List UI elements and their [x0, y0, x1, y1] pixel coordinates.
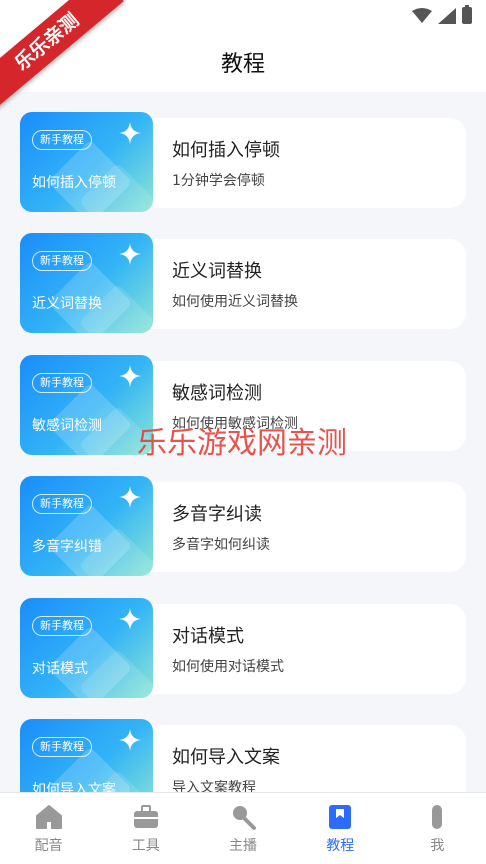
thumbnail-title: 对话模式 [32, 661, 88, 677]
card-title: 对话模式 [172, 626, 244, 647]
toolbox-icon [133, 805, 158, 828]
card-title: 如何插入停顿 [172, 140, 280, 161]
tutorial-card[interactable]: 新手教程 如何插入停顿 如何插入停顿 1分钟学会停顿 [20, 112, 466, 212]
card-subtitle: 1分钟学会停顿 [172, 173, 265, 189]
thumbnail-title: 多音字纠错 [32, 539, 102, 555]
tab-label: 配音 [34, 838, 63, 854]
card-thumbnail: 新手教程 近义词替换 [20, 233, 153, 333]
center-watermark: 乐乐游戏网亲测 [137, 426, 347, 461]
sparkle-icon [119, 486, 141, 508]
tab-tutorial[interactable]: 教程 [292, 793, 389, 864]
beginner-badge: 新手教程 [32, 373, 92, 393]
card-subtitle: 多音字如何纠读 [172, 537, 270, 553]
tutorial-card[interactable]: 新手教程 如何导入文案 如何导入文案 导入文案教程 [20, 719, 466, 792]
microphone-icon [233, 806, 256, 830]
status-icons [412, 5, 472, 24]
tutorial-card[interactable]: 新手教程 多音字纠错 多音字纠读 多音字如何纠读 [20, 476, 466, 576]
tab-label: 我 [430, 838, 445, 854]
sparkle-icon [119, 122, 141, 144]
card-subtitle: 如何使用近义词替换 [172, 294, 298, 310]
card-thumbnail: 新手教程 如何导入文案 [20, 719, 153, 792]
beginner-badge: 新手教程 [32, 130, 92, 150]
beginner-badge: 新手教程 [32, 494, 92, 514]
tab-me[interactable]: 我 [389, 793, 486, 864]
card-title: 近义词替换 [172, 261, 262, 282]
card-title: 多音字纠读 [172, 504, 262, 525]
card-title: 敏感词检测 [172, 383, 262, 404]
signal-icon [438, 7, 456, 24]
sparkle-icon [119, 243, 141, 265]
card-subtitle: 导入文案教程 [172, 780, 256, 792]
card-subtitle: 如何使用对话模式 [172, 659, 284, 675]
page-title: 教程 [220, 52, 265, 77]
card-thumbnail: 新手教程 如何插入停顿 [20, 112, 153, 212]
card-title: 如何导入文案 [172, 747, 280, 768]
bottom-tab-bar: 配音 工具 主播 教程 我 [0, 792, 486, 864]
sparkle-icon [119, 729, 141, 751]
beginner-badge: 新手教程 [32, 251, 92, 271]
thumbnail-title: 如何导入文案 [32, 782, 116, 792]
card-thumbnail: 新手教程 对话模式 [20, 598, 153, 698]
tutorial-card[interactable]: 新手教程 对话模式 对话模式 如何使用对话模式 [20, 598, 466, 698]
beginner-badge: 新手教程 [32, 616, 92, 636]
card-thumbnail: 新手教程 敏感词检测 [20, 355, 153, 455]
tab-dubbing[interactable]: 配音 [0, 793, 97, 864]
person-icon [432, 805, 443, 829]
thumbnail-title: 敏感词检测 [32, 418, 102, 434]
card-thumbnail: 新手教程 多音字纠错 [20, 476, 153, 576]
beginner-badge: 新手教程 [32, 737, 92, 757]
thumbnail-title: 如何插入停顿 [32, 175, 116, 191]
tab-label: 主播 [229, 838, 257, 854]
home-icon [35, 805, 62, 829]
wifi-icon [412, 7, 432, 23]
tab-label: 工具 [131, 838, 160, 854]
sparkle-icon [119, 365, 141, 387]
thumbnail-title: 近义词替换 [32, 296, 102, 312]
battery-icon [462, 5, 472, 24]
tutorial-card[interactable]: 新手教程 近义词替换 近义词替换 如何使用近义词替换 [20, 233, 466, 333]
bookmark-icon [329, 805, 352, 829]
tab-tools[interactable]: 工具 [97, 793, 194, 864]
tab-label: 教程 [326, 838, 355, 854]
sparkle-icon [119, 608, 141, 630]
tab-anchor[interactable]: 主播 [194, 793, 291, 864]
